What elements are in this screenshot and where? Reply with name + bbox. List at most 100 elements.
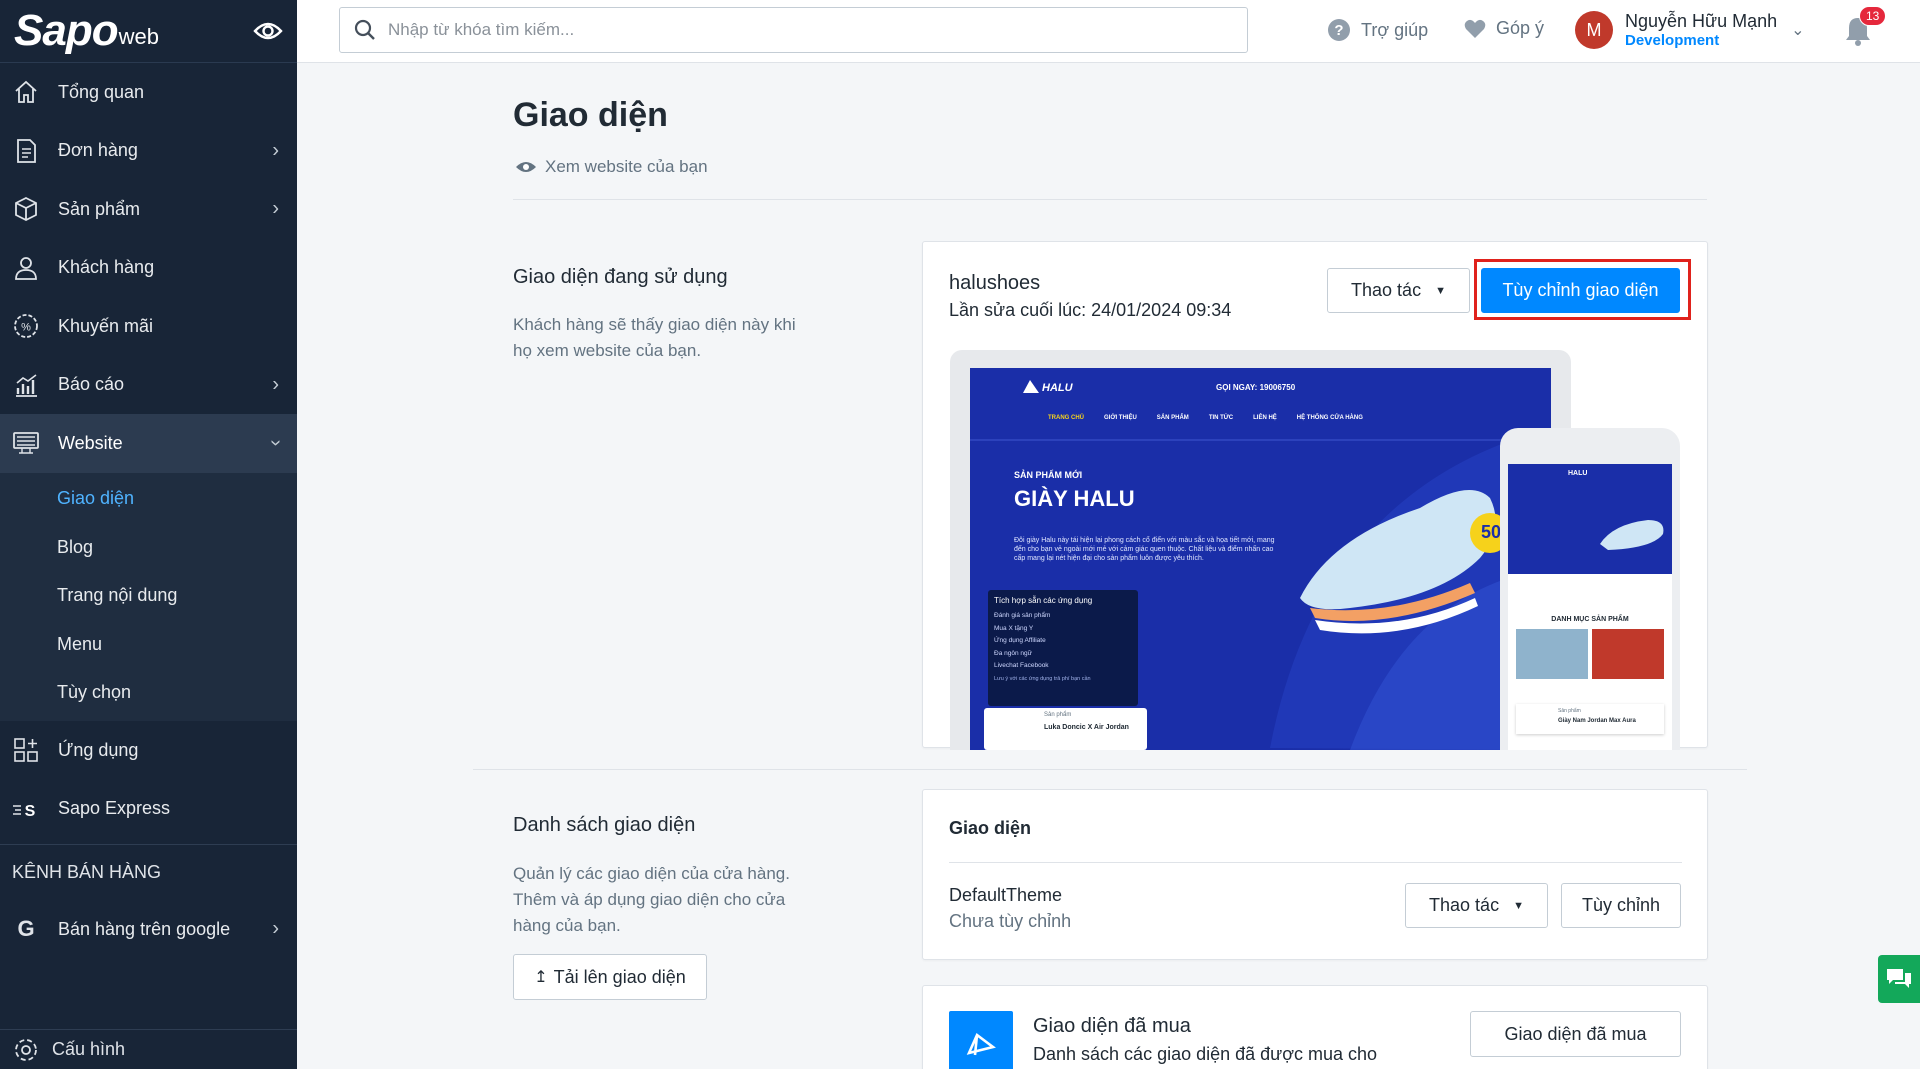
logo-bar: Sapo web bbox=[0, 0, 297, 63]
user-info: Nguyễn Hữu Mạnh Development bbox=[1625, 10, 1777, 50]
preview-product-name: Luka Doncic X Air Jordan bbox=[1044, 724, 1129, 731]
theme-list-card bbox=[922, 789, 1708, 960]
user-menu[interactable]: M Nguyễn Hữu Mạnh Development ⌄ bbox=[1575, 10, 1805, 50]
sidebar-item-label: Báo cáo bbox=[58, 374, 125, 395]
preview-popup-item: Đánh giá sản phẩm bbox=[994, 612, 1051, 619]
submenu-item-menu[interactable]: Menu bbox=[0, 620, 297, 669]
svg-text:G: G bbox=[17, 917, 34, 941]
order-icon bbox=[12, 137, 40, 165]
preview-body: Đôi giày Halu này tái hiện lại phong các… bbox=[1014, 537, 1275, 562]
preview-nav-item: SẢN PHẨM bbox=[1156, 415, 1189, 421]
help-link[interactable]: ? Trợ giúp bbox=[1327, 18, 1428, 42]
preview-nav-item: HỆ THỐNG CỬA HÀNG bbox=[1296, 415, 1363, 421]
sidebar-item-label: Khách hàng bbox=[58, 257, 155, 278]
sidebar-item-sapo-express[interactable]: S Sapo Express bbox=[0, 780, 297, 839]
preview-popup: Tích hợp sẵn các ứng dụng Đánh giá sản p… bbox=[988, 590, 1138, 706]
preview-phone-hero: HALU bbox=[1508, 464, 1672, 574]
user-name: Nguyễn Hữu Mạnh bbox=[1625, 11, 1778, 31]
search-icon bbox=[354, 19, 375, 40]
preview-phone-product-label: Sản phẩm bbox=[1558, 708, 1581, 714]
current-theme-actions-button[interactable]: Thao tác ▼ bbox=[1327, 268, 1470, 313]
sidebar-item-reports[interactable]: Báo cáo › bbox=[0, 356, 297, 415]
upload-icon: ↥ bbox=[534, 969, 548, 986]
upload-theme-label: Tải lên giao diện bbox=[553, 966, 686, 987]
actions-label: Thao tác bbox=[1351, 280, 1422, 300]
sidebar-item-orders[interactable]: Đơn hàng › bbox=[0, 122, 297, 181]
sidebar-item-promotions[interactable]: % Khuyến mãi bbox=[0, 297, 297, 356]
logo-suffix: web bbox=[118, 24, 159, 49]
sidebar: Sapo web Tổng quan Đơn hàng › Sản phẩm ›… bbox=[0, 0, 297, 1069]
purchased-themes-button[interactable]: Giao diện đã mua bbox=[1470, 1011, 1681, 1057]
caret-down-icon: ▼ bbox=[1435, 284, 1446, 297]
preview-product-label: Sản phẩm bbox=[1044, 712, 1072, 718]
sales-channels-heading: KÊNH BÁN HÀNG bbox=[0, 844, 297, 900]
home-icon bbox=[12, 78, 40, 106]
sidebar-item-customers[interactable]: Khách hàng bbox=[0, 239, 297, 298]
chat-button[interactable] bbox=[1878, 955, 1920, 1003]
help-label: Trợ giúp bbox=[1361, 19, 1429, 40]
preview-nav: TRANG CHỦ GIỚI THIỆU SẢN PHẨM TIN TỨC LI… bbox=[1048, 415, 1363, 421]
theme-name: DefaultTheme bbox=[949, 885, 1063, 905]
purchased-themes-title: Giao diện đã mua bbox=[1033, 1015, 1191, 1037]
preview-hotline: GỌI NGAY: 19006750 bbox=[1216, 383, 1296, 392]
sidebar-item-label: Khuyến mãi bbox=[58, 315, 154, 336]
preview-headline: GIÀY HALU bbox=[1014, 486, 1135, 511]
sidebar-item-settings[interactable]: Cấu hình bbox=[0, 1029, 297, 1069]
preview-phone-product-name: Giày Nam Jordan Max Aura bbox=[1558, 718, 1636, 724]
paint-icon bbox=[966, 1032, 996, 1056]
submenu-item-themes[interactable]: Giao diện bbox=[0, 475, 297, 524]
search-input[interactable]: Nhập từ khóa tìm kiếm... bbox=[339, 7, 1248, 53]
eye-icon bbox=[516, 162, 536, 172]
eye-icon[interactable] bbox=[253, 21, 283, 41]
chevron-down-icon: › bbox=[265, 439, 288, 447]
theme-preview-desktop: HALU GỌI NGAY: 19006750 TRANG CHỦ GIỚI T… bbox=[950, 350, 1571, 750]
feedback-label: Góp ý bbox=[1496, 18, 1545, 38]
preview-phone-product-card: Sản phẩm Giày Nam Jordan Max Aura bbox=[1516, 704, 1664, 734]
sidebar-item-overview[interactable]: Tổng quan bbox=[0, 63, 297, 122]
apps-icon bbox=[12, 736, 40, 764]
preview-popup-item: Ứng dụng Affiliate bbox=[994, 637, 1046, 644]
preview-product-card: Sản phẩm Luka Doncic X Air Jordan bbox=[984, 708, 1147, 750]
sidebar-item-label: Bán hàng trên google bbox=[58, 918, 231, 939]
theme-list-desc-line3: hàng của bạn. bbox=[513, 916, 621, 935]
submenu-item-pages[interactable]: Trang nội dung bbox=[0, 572, 297, 621]
box-icon bbox=[12, 195, 40, 223]
current-theme-heading: Giao diện đang sử dụng bbox=[513, 266, 728, 288]
highlight-annotation bbox=[1474, 259, 1691, 320]
preview-popup-item: Livechat Facebook bbox=[994, 662, 1049, 669]
theme-list-card-header: Giao diện bbox=[949, 818, 1032, 838]
sidebar-item-label: Đơn hàng bbox=[58, 140, 138, 161]
submenu-item-preferences[interactable]: Tùy chọn bbox=[0, 669, 297, 718]
sidebar-item-label: Sản phẩm bbox=[58, 198, 141, 219]
sidebar-item-products[interactable]: Sản phẩm › bbox=[0, 180, 297, 239]
preview-nav-item: TIN TỨC bbox=[1208, 415, 1234, 421]
website-icon bbox=[12, 429, 40, 457]
preview-phone-images bbox=[1508, 623, 1672, 679]
upload-theme-button[interactable]: ↥ Tải lên giao diện bbox=[513, 954, 707, 1000]
gear-icon bbox=[15, 1038, 37, 1061]
chart-icon bbox=[12, 371, 40, 399]
sidebar-item-website[interactable]: Website › bbox=[0, 414, 297, 473]
preview-popup-title: Tích hợp sẵn các ứng dụng bbox=[994, 596, 1093, 605]
sidebar-item-label: Cấu hình bbox=[52, 1039, 126, 1059]
avatar: M bbox=[1575, 11, 1613, 49]
preview-screen: HALU GỌI NGAY: 19006750 TRANG CHỦ GIỚI T… bbox=[970, 368, 1551, 750]
view-website-link[interactable]: Xem website của bạn bbox=[515, 157, 708, 177]
sidebar-item-google[interactable]: G Bán hàng trên google › bbox=[0, 900, 297, 959]
user-icon bbox=[12, 254, 40, 282]
logo[interactable]: Sapo bbox=[14, 6, 119, 56]
theme-customize-button[interactable]: Tùy chỉnh bbox=[1561, 883, 1681, 928]
theme-actions-button[interactable]: Thao tác ▼ bbox=[1405, 883, 1548, 928]
divider bbox=[949, 862, 1682, 863]
page-title: Giao diện bbox=[513, 96, 668, 134]
sidebar-item-apps[interactable]: Ứng dụng bbox=[0, 721, 297, 780]
sidebar-item-label: Ứng dụng bbox=[58, 739, 139, 760]
percent-icon: % bbox=[12, 312, 40, 340]
preview-logo-icon bbox=[1023, 380, 1039, 393]
submenu-item-blog[interactable]: Blog bbox=[0, 523, 297, 572]
chevron-down-icon: ⌄ bbox=[1791, 22, 1805, 39]
feedback-link[interactable]: Góp ý bbox=[1464, 18, 1544, 39]
theme-list-heading: Danh sách giao diện bbox=[513, 814, 696, 836]
current-theme-desc-line2: họ xem website của bạn. bbox=[513, 341, 702, 360]
purchased-themes-icon bbox=[949, 1011, 1013, 1069]
